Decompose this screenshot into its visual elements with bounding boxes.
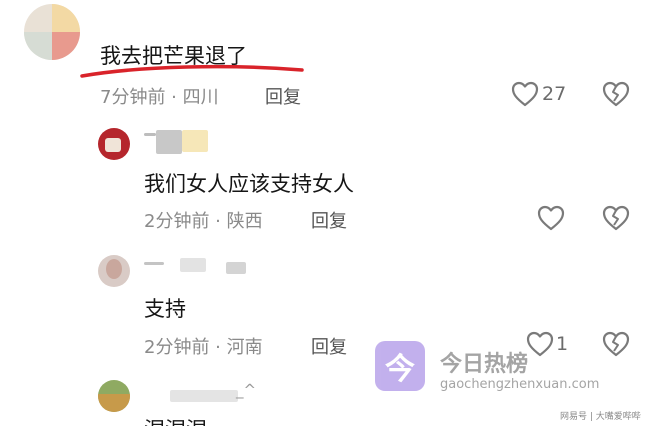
- red-underline-annotation: [80, 64, 304, 78]
- comment-text: 支持: [144, 297, 186, 321]
- watermark-url: gaochengzhenxuan.com: [440, 377, 600, 392]
- comment-text: 涅涅涅: [144, 414, 207, 426]
- comment-meta: 7分钟前 · 四川: [100, 87, 219, 108]
- reply-button[interactable]: 回复: [265, 83, 301, 109]
- heart-icon[interactable]: [511, 81, 539, 107]
- heart-icon[interactable]: [526, 331, 554, 357]
- comment-meta: 2分钟前 · 河南: [144, 337, 263, 358]
- reply-button[interactable]: 回复: [311, 207, 347, 233]
- username-redacted: [144, 133, 156, 136]
- username-suffix: _^: [236, 381, 257, 399]
- watermark-logo: 今: [375, 341, 425, 391]
- username-redacted: [182, 130, 208, 152]
- source-footer: 网易号 | 大嘴爱哔哔: [560, 412, 641, 422]
- broken-heart-icon[interactable]: [602, 205, 630, 231]
- username-redacted: [180, 258, 206, 272]
- broken-heart-icon[interactable]: [602, 81, 630, 107]
- comment-text: 我们女人应该支持女人: [144, 172, 354, 196]
- avatar[interactable]: [98, 255, 130, 287]
- like-count: 27: [542, 83, 567, 105]
- avatar[interactable]: [24, 4, 80, 60]
- username-redacted: [144, 262, 164, 265]
- username-redacted: [226, 262, 246, 274]
- avatar[interactable]: [98, 380, 130, 412]
- watermark-title: 今日热榜: [440, 352, 529, 377]
- like-count: 1: [556, 333, 569, 355]
- broken-heart-icon[interactable]: [602, 331, 630, 357]
- comment-meta: 2分钟前 · 陕西: [144, 211, 263, 232]
- username-redacted: [156, 130, 182, 154]
- avatar[interactable]: [98, 128, 130, 160]
- username-redacted: [170, 390, 238, 402]
- reply-button[interactable]: 回复: [311, 333, 347, 359]
- heart-icon[interactable]: [537, 205, 565, 231]
